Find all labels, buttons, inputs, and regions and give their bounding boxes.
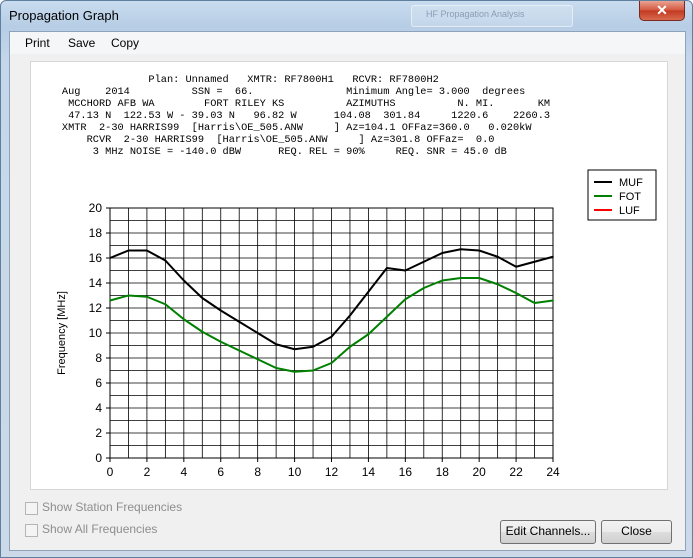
- data-point-muf: [459, 248, 462, 251]
- data-point-muf: [201, 297, 204, 299]
- x-tick-label: 12: [325, 465, 339, 479]
- data-point-fot: [459, 277, 462, 279]
- data-point-fot: [275, 367, 277, 369]
- y-axis-label: Frequency [MHz]: [56, 291, 68, 375]
- background-window-title-text: HF Propagation Analysis: [426, 9, 525, 19]
- data-point-muf: [293, 348, 296, 351]
- show-all-frequencies-checkbox[interactable]: [25, 524, 38, 537]
- data-point-muf: [219, 309, 222, 312]
- x-axis-label: Time (UT): [307, 488, 356, 489]
- x-tick-label: 22: [509, 465, 523, 479]
- menu-print[interactable]: Print: [25, 36, 50, 50]
- data-point-muf: [441, 252, 444, 254]
- x-tick-label: 10: [288, 465, 302, 479]
- y-tick-label: 16: [89, 251, 103, 265]
- menu-bar: Print Save Copy: [10, 32, 685, 54]
- data-point-fot: [349, 345, 351, 348]
- edit-channels-button[interactable]: Edit Channels...: [500, 520, 596, 544]
- data-point-fot: [238, 349, 241, 352]
- data-point-fot: [201, 330, 204, 333]
- data-point-fot: [293, 370, 296, 373]
- legend-label-muf: MUF: [619, 177, 643, 189]
- data-point-muf: [256, 332, 259, 334]
- window-close-icon[interactable]: ✕: [639, 1, 685, 21]
- plot-panel: Plan: Unnamed XMTR: RF7800H1 RCVR: RF780…: [30, 61, 668, 490]
- data-point-muf: [164, 259, 167, 262]
- data-point-fot: [312, 369, 314, 372]
- x-tick-label: 14: [362, 465, 376, 479]
- data-point-muf: [312, 345, 314, 348]
- background-window-title: HF Propagation Analysis: [411, 5, 573, 27]
- data-point-fot: [478, 277, 480, 279]
- data-point-muf: [146, 249, 148, 252]
- close-button[interactable]: Close: [601, 520, 672, 544]
- data-point-fot: [515, 292, 517, 294]
- y-tick-label: 12: [89, 301, 103, 315]
- propagation-chart: 02468101214161820222402468101214161820Ti…: [56, 169, 657, 489]
- menu-save[interactable]: Save: [68, 36, 95, 50]
- propagation-graph-window: Propagation Graph HF Propagation Analysi…: [0, 0, 693, 558]
- data-point-fot: [422, 287, 425, 289]
- x-tick-label: 16: [399, 465, 413, 479]
- data-point-fot: [386, 315, 388, 318]
- data-point-fot: [533, 302, 536, 304]
- title-bar[interactable]: Propagation Graph HF Propagation Analysi…: [1, 1, 692, 31]
- data-point-muf: [552, 255, 554, 258]
- legend-label-luf: LUF: [619, 205, 640, 217]
- show-station-frequencies-label: Show Station Frequencies: [42, 500, 183, 514]
- data-point-muf: [238, 320, 241, 323]
- y-tick-label: 20: [89, 201, 103, 215]
- data-point-muf: [515, 265, 517, 268]
- data-point-muf: [127, 249, 130, 252]
- y-tick-label: 4: [95, 401, 102, 415]
- data-point-muf: [330, 335, 333, 338]
- y-tick-label: 14: [89, 276, 103, 290]
- data-point-fot: [127, 294, 130, 297]
- data-point-fot: [109, 299, 111, 302]
- data-point-fot: [219, 340, 222, 343]
- show-station-frequencies-checkbox[interactable]: [25, 502, 38, 515]
- data-point-fot: [146, 295, 148, 298]
- data-point-fot: [441, 279, 444, 282]
- y-tick-label: 0: [95, 451, 102, 465]
- y-tick-label: 8: [95, 351, 102, 365]
- data-point-muf: [478, 249, 480, 252]
- x-tick-label: 24: [546, 465, 560, 479]
- x-tick-label: 0: [107, 465, 114, 479]
- data-point-fot: [330, 362, 333, 364]
- data-point-muf: [109, 257, 111, 259]
- y-tick-label: 18: [89, 226, 103, 240]
- y-tick-label: 6: [95, 376, 102, 390]
- data-point-fot: [496, 283, 499, 286]
- window-title: Propagation Graph: [9, 8, 119, 23]
- show-all-frequencies-label: Show All Frequencies: [42, 522, 158, 536]
- menu-copy[interactable]: Copy: [111, 36, 139, 50]
- window-client-area: Print Save Copy Plan: Unnamed XMTR: RF78…: [9, 31, 686, 551]
- data-point-fot: [367, 333, 370, 336]
- data-point-muf: [183, 279, 185, 282]
- y-tick-label: 10: [89, 326, 103, 340]
- data-point-fot: [164, 303, 167, 306]
- x-tick-label: 8: [254, 465, 261, 479]
- data-point-fot: [256, 358, 259, 361]
- data-point-fot: [404, 298, 407, 301]
- data-point-muf: [275, 343, 277, 346]
- data-point-muf: [367, 290, 370, 293]
- data-point-muf: [349, 314, 351, 317]
- data-point-fot: [183, 318, 185, 321]
- x-tick-label: 4: [180, 465, 187, 479]
- data-point-muf: [404, 269, 407, 272]
- x-tick-label: 6: [217, 465, 224, 479]
- data-point-muf: [422, 260, 425, 263]
- data-point-muf: [496, 255, 499, 258]
- y-tick-label: 2: [95, 426, 102, 440]
- x-tick-label: 18: [436, 465, 450, 479]
- data-point-muf: [533, 260, 536, 263]
- data-point-fot: [552, 299, 554, 302]
- legend-label-fot: FOT: [619, 191, 641, 203]
- x-tick-label: 20: [472, 465, 486, 479]
- data-point-muf: [386, 267, 388, 269]
- x-tick-label: 2: [144, 465, 151, 479]
